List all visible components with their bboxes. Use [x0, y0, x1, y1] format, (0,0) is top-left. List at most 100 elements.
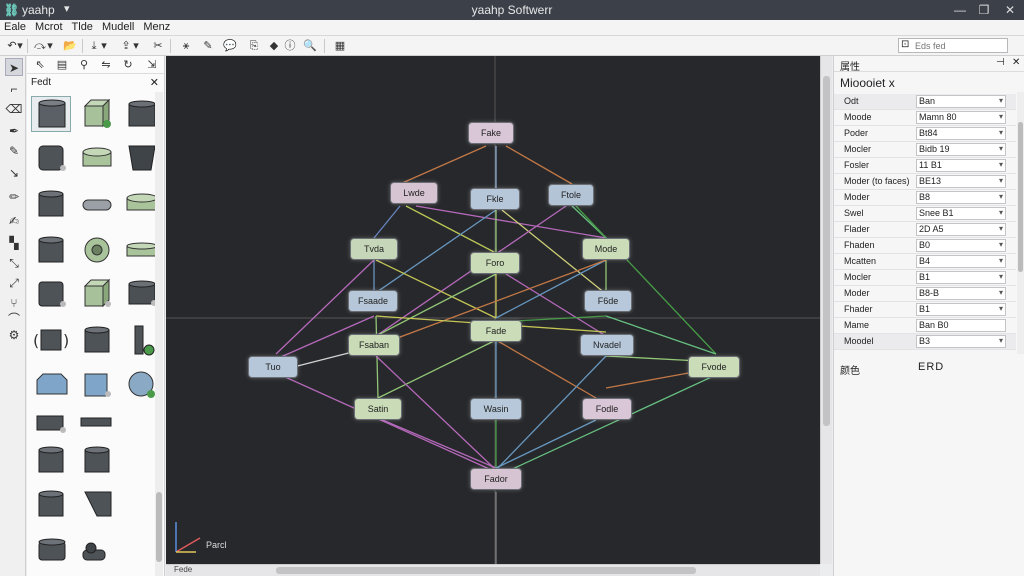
- select-arrow-icon[interactable]: ➤: [5, 58, 23, 76]
- diagram-node[interactable]: Tvda: [350, 238, 398, 260]
- property-dropdown[interactable]: B8 ▾: [916, 191, 1006, 204]
- menu-help[interactable]: Menz: [139, 20, 175, 33]
- diagram-node[interactable]: Foro: [470, 252, 520, 274]
- canvas-vertical-scrollbar[interactable]: [820, 56, 832, 564]
- connector-icon[interactable]: ⌐: [5, 80, 23, 98]
- diagram-node[interactable]: Fvode: [688, 356, 740, 378]
- shape-jar-dark[interactable]: [77, 442, 117, 478]
- search-input[interactable]: [915, 40, 1005, 52]
- shape-cube-blue[interactable]: [77, 366, 117, 402]
- diagram-node[interactable]: Fador: [470, 468, 522, 490]
- shape-drum-green[interactable]: [77, 140, 117, 176]
- eraser-icon[interactable]: ⌫: [5, 100, 23, 118]
- property-dropdown[interactable]: Ban ▾: [916, 95, 1006, 108]
- menu-tools[interactable]: Tlde: [68, 20, 98, 33]
- property-field[interactable]: Ban B0: [916, 319, 1006, 332]
- paint-icon[interactable]: ✍: [5, 212, 23, 230]
- palette-scrollbar-thumb[interactable]: [156, 492, 162, 562]
- diagram-node[interactable]: Fake: [468, 122, 514, 144]
- diagram-canvas[interactable]: Fake Lwde Fkle Ftole Tvda Foro Mode Fsaa…: [166, 56, 820, 564]
- export-dropdown-icon[interactable]: ▾: [132, 38, 140, 54]
- palette-expand-icon[interactable]: ⇲: [145, 58, 159, 72]
- shape-block-green[interactable]: [77, 276, 117, 312]
- palette-grid-icon[interactable]: ▤: [55, 58, 69, 72]
- palette-flip-icon[interactable]: ⇋: [99, 58, 113, 72]
- palette-close-button[interactable]: ✕: [150, 76, 159, 89]
- shape-flatcan-dark[interactable]: [31, 406, 71, 442]
- brush-icon[interactable]: ✎: [5, 142, 23, 160]
- shape-bracket-dark[interactable]: (): [31, 322, 71, 358]
- property-dropdown[interactable]: 11 B1 ▾: [916, 159, 1006, 172]
- cut-icon[interactable]: ✂: [150, 38, 166, 54]
- maximize-button[interactable]: ❐: [972, 1, 996, 19]
- diagram-node[interactable]: Fsaade: [348, 290, 398, 312]
- chevron-down-icon[interactable]: ▾: [999, 111, 1003, 122]
- shape-bucket-dark[interactable]: [31, 486, 71, 522]
- property-dropdown[interactable]: B1 ▾: [916, 303, 1006, 316]
- property-dropdown[interactable]: Snee B1 ▾: [916, 207, 1006, 220]
- shape-tub-dark[interactable]: [31, 232, 71, 268]
- pencil-icon[interactable]: ✎: [200, 38, 216, 54]
- pen-icon[interactable]: ✒: [5, 122, 23, 140]
- shape-pot-dark[interactable]: [31, 532, 71, 568]
- open-folder-icon[interactable]: 📂: [62, 38, 78, 54]
- menu-edit[interactable]: Mcrot: [31, 20, 68, 33]
- search-box[interactable]: ⊡: [898, 38, 1008, 53]
- property-dropdown[interactable]: B4 ▾: [916, 255, 1006, 268]
- property-dropdown[interactable]: Mamn 80 ▾: [916, 111, 1006, 124]
- fill-icon[interactable]: ▚: [5, 234, 23, 252]
- palette-pointer-icon[interactable]: ⇖: [33, 58, 47, 72]
- shape-cylinder-dark[interactable]: [31, 96, 71, 132]
- copy-icon[interactable]: ⎘: [246, 38, 262, 54]
- chevron-down-icon[interactable]: ▾: [999, 335, 1003, 346]
- palette-rotate-icon[interactable]: ↻: [121, 58, 135, 72]
- chat-icon[interactable]: 💬: [222, 38, 238, 54]
- shape-can-dark[interactable]: [31, 186, 71, 222]
- chevron-down-icon[interactable]: ▾: [999, 255, 1003, 266]
- diagram-node[interactable]: Nvadel: [580, 334, 634, 356]
- diagram-node[interactable]: F6de: [584, 290, 632, 312]
- palette-scrollbar[interactable]: [155, 92, 163, 576]
- palette-search-icon[interactable]: ⚲: [77, 58, 91, 72]
- eyedropper-icon[interactable]: ⤡: [5, 254, 23, 272]
- diagram-node[interactable]: Satin: [354, 398, 402, 420]
- chevron-down-icon[interactable]: ▾: [999, 207, 1003, 218]
- info-icon[interactable]: ⓘ: [282, 38, 298, 54]
- property-dropdown[interactable]: Bt84 ▾: [916, 127, 1006, 140]
- diagram-node[interactable]: Fkle: [470, 188, 520, 210]
- diamond-icon[interactable]: ◆: [266, 38, 282, 54]
- property-dropdown[interactable]: B8-B ▾: [916, 287, 1006, 300]
- chevron-down-icon[interactable]: ▾: [999, 287, 1003, 298]
- gear-icon[interactable]: ⚙: [5, 326, 23, 344]
- property-dropdown[interactable]: B1 ▾: [916, 271, 1006, 284]
- shape-box-dark[interactable]: [31, 276, 71, 312]
- pencil-tool-icon[interactable]: ✏: [5, 188, 23, 206]
- chevron-down-icon[interactable]: ▾: [999, 159, 1003, 170]
- diagram-node[interactable]: Mode: [582, 238, 630, 260]
- diagram-node[interactable]: Wasin: [470, 398, 522, 420]
- property-dropdown[interactable]: Bidb 19 ▾: [916, 143, 1006, 156]
- properties-close-button[interactable]: ✕: [1012, 57, 1020, 68]
- property-dropdown[interactable]: B0 ▾: [916, 239, 1006, 252]
- diagram-node[interactable]: Fade: [470, 320, 522, 342]
- chevron-down-icon[interactable]: ▾: [999, 143, 1003, 154]
- chevron-down-icon[interactable]: ▾: [999, 303, 1003, 314]
- horizontal-scrollbar-thumb[interactable]: [276, 567, 696, 574]
- shape-wedge-dark[interactable]: [77, 486, 117, 522]
- menu-file[interactable]: Eale: [0, 20, 31, 33]
- chevron-down-icon[interactable]: ▾: [999, 191, 1003, 202]
- chevron-down-icon[interactable]: ▾: [999, 223, 1003, 234]
- diagram-node[interactable]: Fodle: [582, 398, 632, 420]
- undo-dropdown-icon[interactable]: ▾: [16, 38, 24, 54]
- shape-cylinder-dark-2[interactable]: [77, 322, 117, 358]
- property-dropdown[interactable]: B3 ▾: [916, 335, 1006, 348]
- menu-model[interactable]: Mudell: [98, 20, 139, 33]
- resize-icon[interactable]: ⤢: [5, 274, 23, 292]
- canvas-horizontal-scrollbar[interactable]: Fede: [166, 564, 820, 576]
- shape-barrel-dark[interactable]: [31, 140, 71, 176]
- shape-cube-green[interactable]: [77, 96, 117, 132]
- diagram-node[interactable]: Ftole: [548, 184, 594, 206]
- properties-scrollbar[interactable]: [1017, 92, 1024, 354]
- diagram-node[interactable]: Lwde: [390, 182, 438, 204]
- properties-scrollbar-thumb[interactable]: [1018, 122, 1023, 272]
